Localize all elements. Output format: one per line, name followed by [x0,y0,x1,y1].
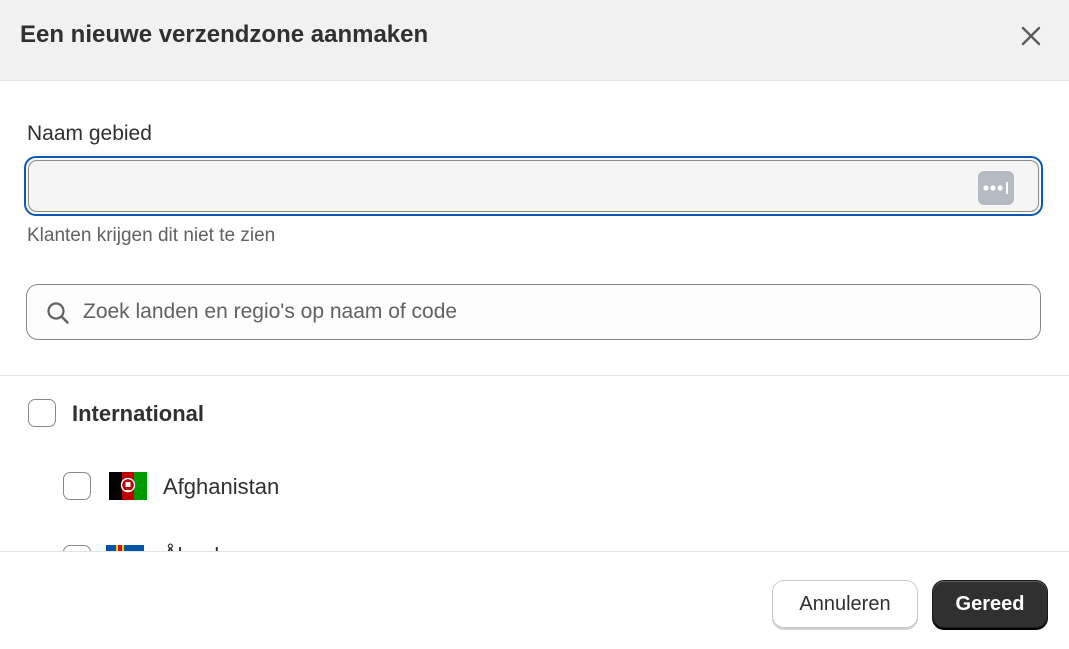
afghanistan-flag-icon [109,472,147,500]
footer-divider [0,551,1069,552]
zone-name-field-focus-ring [24,156,1043,216]
group-label: International [72,401,205,426]
zone-name-help-text: Klanten krijgen dit niet te zien [27,225,276,246]
country-search-input[interactable] [83,295,1023,329]
search-icon [47,302,69,324]
password-manager-icon[interactable] [978,171,1014,205]
item-label: Åland [163,542,219,551]
cancel-button[interactable]: Annuleren [772,580,918,628]
country-search-field[interactable] [26,284,1041,340]
close-icon [1021,26,1041,46]
zone-name-field[interactable] [28,160,1039,212]
zone-name-label: Naam gebied [27,122,152,145]
item-label: Afghanistan [163,474,280,499]
zone-name-input[interactable] [43,169,963,205]
modal-title: Een nieuwe verzendzone aanmaken [20,21,429,48]
modal-header: Een nieuwe verzendzone aanmaken [0,0,1069,81]
country-list: International Afghanistan [0,376,1069,551]
close-button[interactable] [1013,18,1049,54]
checkbox-international[interactable] [28,399,56,427]
done-button[interactable]: Gereed [932,580,1048,628]
checkbox-afghanistan[interactable] [63,472,91,500]
